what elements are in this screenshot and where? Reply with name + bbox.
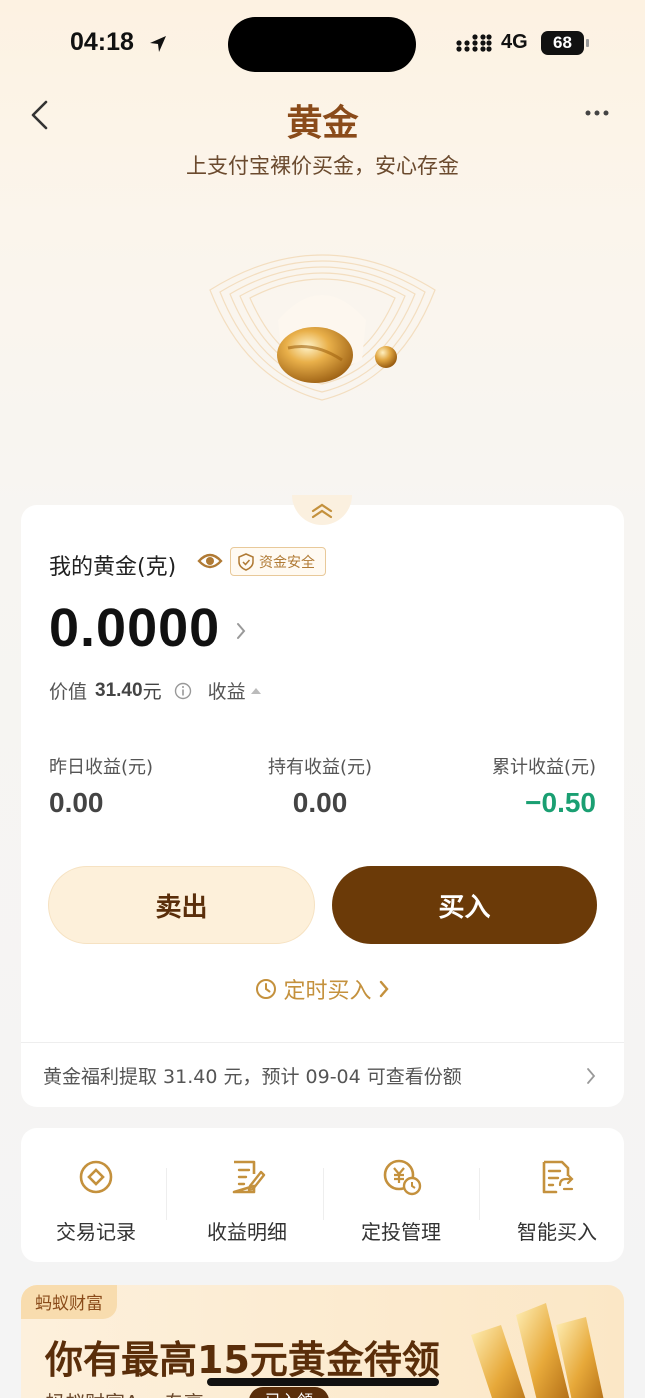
shortcut-trade-records[interactable]: 交易记录 — [21, 1128, 171, 1262]
location-arrow-icon — [150, 36, 166, 52]
network-type: 4G — [501, 31, 528, 53]
gold-bars-illustration — [471, 1303, 604, 1398]
status-time: 04:18 — [70, 28, 134, 56]
shortcut-label: 智能买入 — [517, 1220, 597, 1244]
stat-label: 昨日收益(元) — [49, 757, 154, 778]
divider — [166, 1168, 167, 1220]
home-indicator — [207, 1378, 439, 1386]
eye-icon[interactable] — [197, 551, 223, 571]
chevron-up-double-icon — [311, 503, 333, 519]
timed-buy-link[interactable]: 定时买入 — [21, 973, 624, 1005]
value-label: 价值 — [49, 681, 88, 703]
battery-level: 68 — [541, 31, 584, 55]
more-icon[interactable] — [584, 108, 610, 118]
gold-ingot-illustration — [209, 254, 436, 401]
promo-subtitle: 蚂蚁财富A... 专享 — [45, 1387, 204, 1398]
shield-check-icon — [238, 552, 254, 571]
clock-icon — [256, 979, 277, 999]
value-amount: 31.40 — [95, 679, 143, 701]
collapse-handle[interactable] — [292, 495, 352, 525]
divider — [479, 1168, 480, 1220]
stat-value: 0.00 — [292, 787, 348, 818]
triangle-up-icon[interactable] — [250, 687, 262, 695]
fund-safety-badge[interactable]: 资金安全 — [230, 547, 326, 576]
shortcut-label: 交易记录 — [56, 1220, 136, 1244]
divider — [21, 1042, 624, 1043]
shortcut-smart-buy[interactable]: 智能买入 — [482, 1128, 632, 1262]
chevron-right-icon[interactable] — [235, 621, 247, 641]
holding-card: 我的黄金(克) 资金安全 0.0000 价值 31.40 元 收益 昨日收益(元… — [21, 495, 624, 1107]
withdraw-notice[interactable]: 黄金福利提取 31.40 元，预计 09-04 可查看份额 — [43, 1062, 462, 1089]
shortcut-label: 定投管理 — [361, 1220, 441, 1244]
stat-label: 累计收益(元) — [491, 757, 596, 778]
stat-cumulative: 累计收益(元) −0.50 — [492, 753, 596, 819]
chevron-right-icon[interactable] — [586, 1067, 596, 1085]
page-title: 黄金 — [286, 103, 359, 144]
shortcut-bar: 交易记录 收益明细 定投管理 智能买入 — [21, 1128, 624, 1262]
info-icon[interactable] — [174, 682, 192, 700]
holding-label: 我的黄金(克) — [49, 555, 177, 580]
fund-safety-label: 资金安全 — [259, 554, 315, 571]
value-unit: 元 — [142, 681, 162, 703]
document-refresh-icon — [542, 1160, 574, 1194]
shortcut-auto-invest[interactable]: 定投管理 — [326, 1128, 476, 1262]
yuan-clock-icon — [383, 1159, 422, 1196]
promo-tag: 蚂蚁财富 — [21, 1285, 117, 1319]
page-subtitle: 上支付宝裸价买金，安心存金 — [186, 154, 459, 178]
signal-icon — [456, 34, 492, 52]
stat-holding: 持有收益(元) 0.00 — [268, 753, 372, 819]
stat-value: −0.50 — [525, 787, 596, 818]
battery-icon: 68 — [541, 31, 589, 55]
nav-bar: 黄金 上支付宝裸价买金，安心存金 — [0, 88, 645, 198]
shortcut-profit-detail[interactable]: 收益明细 — [172, 1128, 322, 1262]
stat-yesterday: 昨日收益(元) 0.00 — [49, 753, 153, 819]
dynamic-island — [228, 17, 416, 72]
promo-claim-chip[interactable]: 已入领 — [249, 1387, 330, 1398]
gold-amount[interactable]: 0.0000 — [49, 597, 220, 659]
profit-toggle[interactable]: 收益 — [208, 677, 246, 704]
buy-button[interactable]: 买入 — [332, 866, 597, 944]
chevron-right-icon — [379, 980, 389, 998]
promo-title: 你有最高15元黄金待领 — [45, 1338, 440, 1382]
coin-record-icon — [79, 1160, 113, 1194]
stat-value: 0.00 — [49, 787, 104, 818]
timed-buy-label: 定时买入 — [283, 979, 372, 1004]
divider — [323, 1168, 324, 1220]
status-bar: 04:18 4G 68 — [0, 0, 645, 88]
value-row: 价值 31.40 元 收益 — [49, 677, 262, 704]
edit-document-icon — [232, 1160, 266, 1194]
sell-button[interactable]: 卖出 — [48, 866, 315, 944]
stat-label: 持有收益(元) — [268, 757, 373, 778]
shortcut-label: 收益明细 — [207, 1220, 287, 1244]
